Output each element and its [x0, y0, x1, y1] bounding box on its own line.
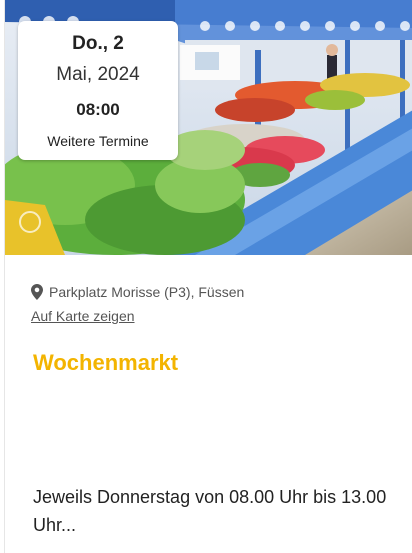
event-image[interactable]: Do., 2 Mai, 2024 08:00 Weitere Termine: [5, 0, 412, 255]
event-description: Jeweils Donnerstag von 08.00 Uhr bis 13.…: [33, 487, 387, 535]
event-card[interactable]: Do., 2 Mai, 2024 08:00 Weitere Termine P…: [4, 0, 412, 553]
location-text: Parkplatz Morisse (P3), Füssen: [49, 284, 245, 300]
event-location: Parkplatz Morisse (P3), Füssen Auf Karte…: [31, 280, 403, 326]
date-month-year: Mai, 2024: [56, 64, 140, 85]
event-title[interactable]: Wochenmarkt: [33, 350, 178, 376]
more-dates-link[interactable]: Weitere Termine: [18, 133, 178, 149]
show-on-map-link[interactable]: Auf Karte zeigen: [31, 308, 135, 324]
map-pin-icon: [31, 284, 43, 300]
date-time: 08:00: [76, 100, 120, 119]
date-badge: Do., 2 Mai, 2024 08:00 Weitere Termine: [18, 21, 178, 160]
date-day: Do., 2: [72, 33, 124, 54]
location-row: Parkplatz Morisse (P3), Füssen: [31, 280, 403, 304]
